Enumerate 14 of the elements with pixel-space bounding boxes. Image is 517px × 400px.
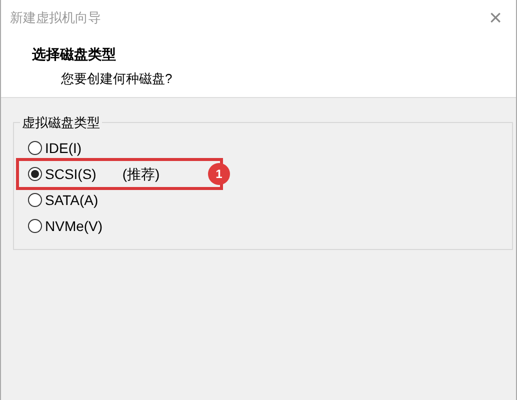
radio-button[interactable] <box>28 141 42 155</box>
radio-option[interactable]: SCSI(S) <box>28 164 96 184</box>
radio-button[interactable] <box>28 167 42 181</box>
radio-button[interactable] <box>28 193 42 207</box>
window-title: 新建虚拟机向导 <box>10 8 101 27</box>
page-subtitle: 您要创建何种磁盘? <box>60 70 174 88</box>
recommended-note: (推荐) <box>122 164 160 184</box>
radio-button[interactable] <box>28 219 42 233</box>
radio-option[interactable]: SATA(A) <box>28 190 98 210</box>
page-heading: 选择磁盘类型 <box>32 45 117 64</box>
radio-option[interactable]: IDE(I) <box>28 138 82 158</box>
step-badge: 1 <box>208 163 230 185</box>
radio-option[interactable]: NVMe(V) <box>28 216 103 236</box>
close-button[interactable]: × <box>485 6 506 28</box>
